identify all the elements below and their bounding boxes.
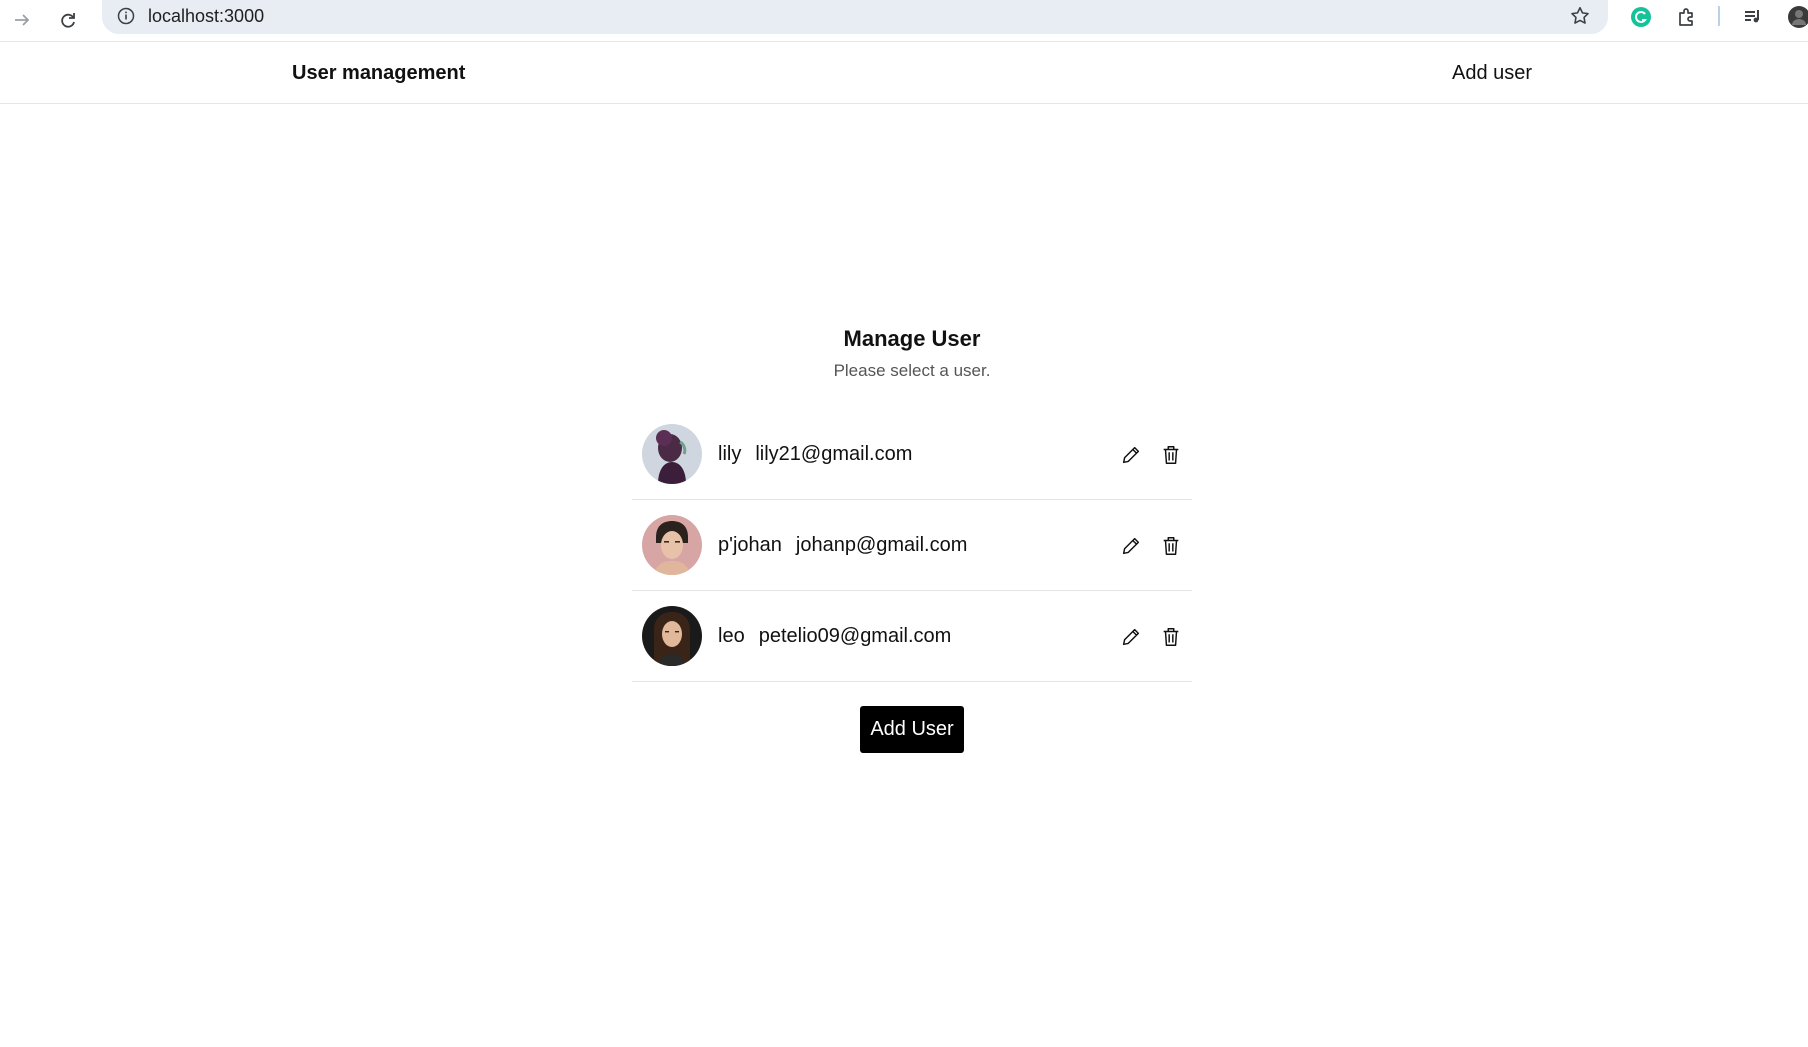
forward-icon[interactable] [6, 4, 38, 36]
site-info-icon[interactable] [114, 4, 138, 28]
edit-pencil-icon[interactable] [1118, 624, 1144, 650]
url-text[interactable]: localhost:3000 [148, 6, 264, 27]
user-name: p'johan [718, 533, 782, 556]
user-name: leo [718, 624, 745, 647]
avatar [642, 515, 702, 575]
nav-add-user-link[interactable]: Add user [1452, 62, 1532, 85]
user-name: lily [718, 442, 742, 465]
grammarly-extension-icon[interactable] [1626, 2, 1656, 32]
manage-user-panel: Manage User Please select a user. lily l… [632, 326, 1192, 753]
add-user-button[interactable]: Add User [860, 706, 964, 753]
toolbar-divider [1718, 6, 1720, 26]
edit-pencil-icon[interactable] [1118, 533, 1144, 559]
extensions-puzzle-icon[interactable] [1672, 2, 1702, 32]
delete-trash-icon[interactable] [1158, 442, 1184, 468]
user-row[interactable]: leo petelio09@gmail.com [632, 591, 1192, 682]
user-row[interactable]: p'johan johanp@gmail.com [632, 500, 1192, 591]
avatar [642, 606, 702, 666]
delete-trash-icon[interactable] [1158, 624, 1184, 650]
address-bar[interactable]: localhost:3000 [102, 0, 1608, 34]
app-header: User management Add user [0, 42, 1808, 104]
browser-toolbar: localhost:3000 [0, 0, 1808, 42]
user-email: lily21@gmail.com [755, 442, 913, 465]
bookmark-star-icon[interactable] [1566, 2, 1594, 30]
user-list: lily lily21@gmail.com p'johan johanp@gma… [632, 409, 1192, 682]
avatar [642, 424, 702, 484]
profile-avatar-icon[interactable] [1784, 2, 1808, 32]
page-subtitle: Please select a user. [833, 361, 991, 380]
media-control-icon[interactable] [1738, 2, 1768, 32]
user-email: johanp@gmail.com [795, 533, 968, 556]
page-title: Manage User [843, 326, 981, 351]
delete-trash-icon[interactable] [1158, 533, 1184, 559]
user-row[interactable]: lily lily21@gmail.com [632, 409, 1192, 500]
brand-title[interactable]: User management [292, 62, 465, 85]
reload-icon[interactable] [52, 4, 84, 36]
user-email: petelio09@gmail.com [758, 624, 952, 647]
edit-pencil-icon[interactable] [1118, 442, 1144, 468]
